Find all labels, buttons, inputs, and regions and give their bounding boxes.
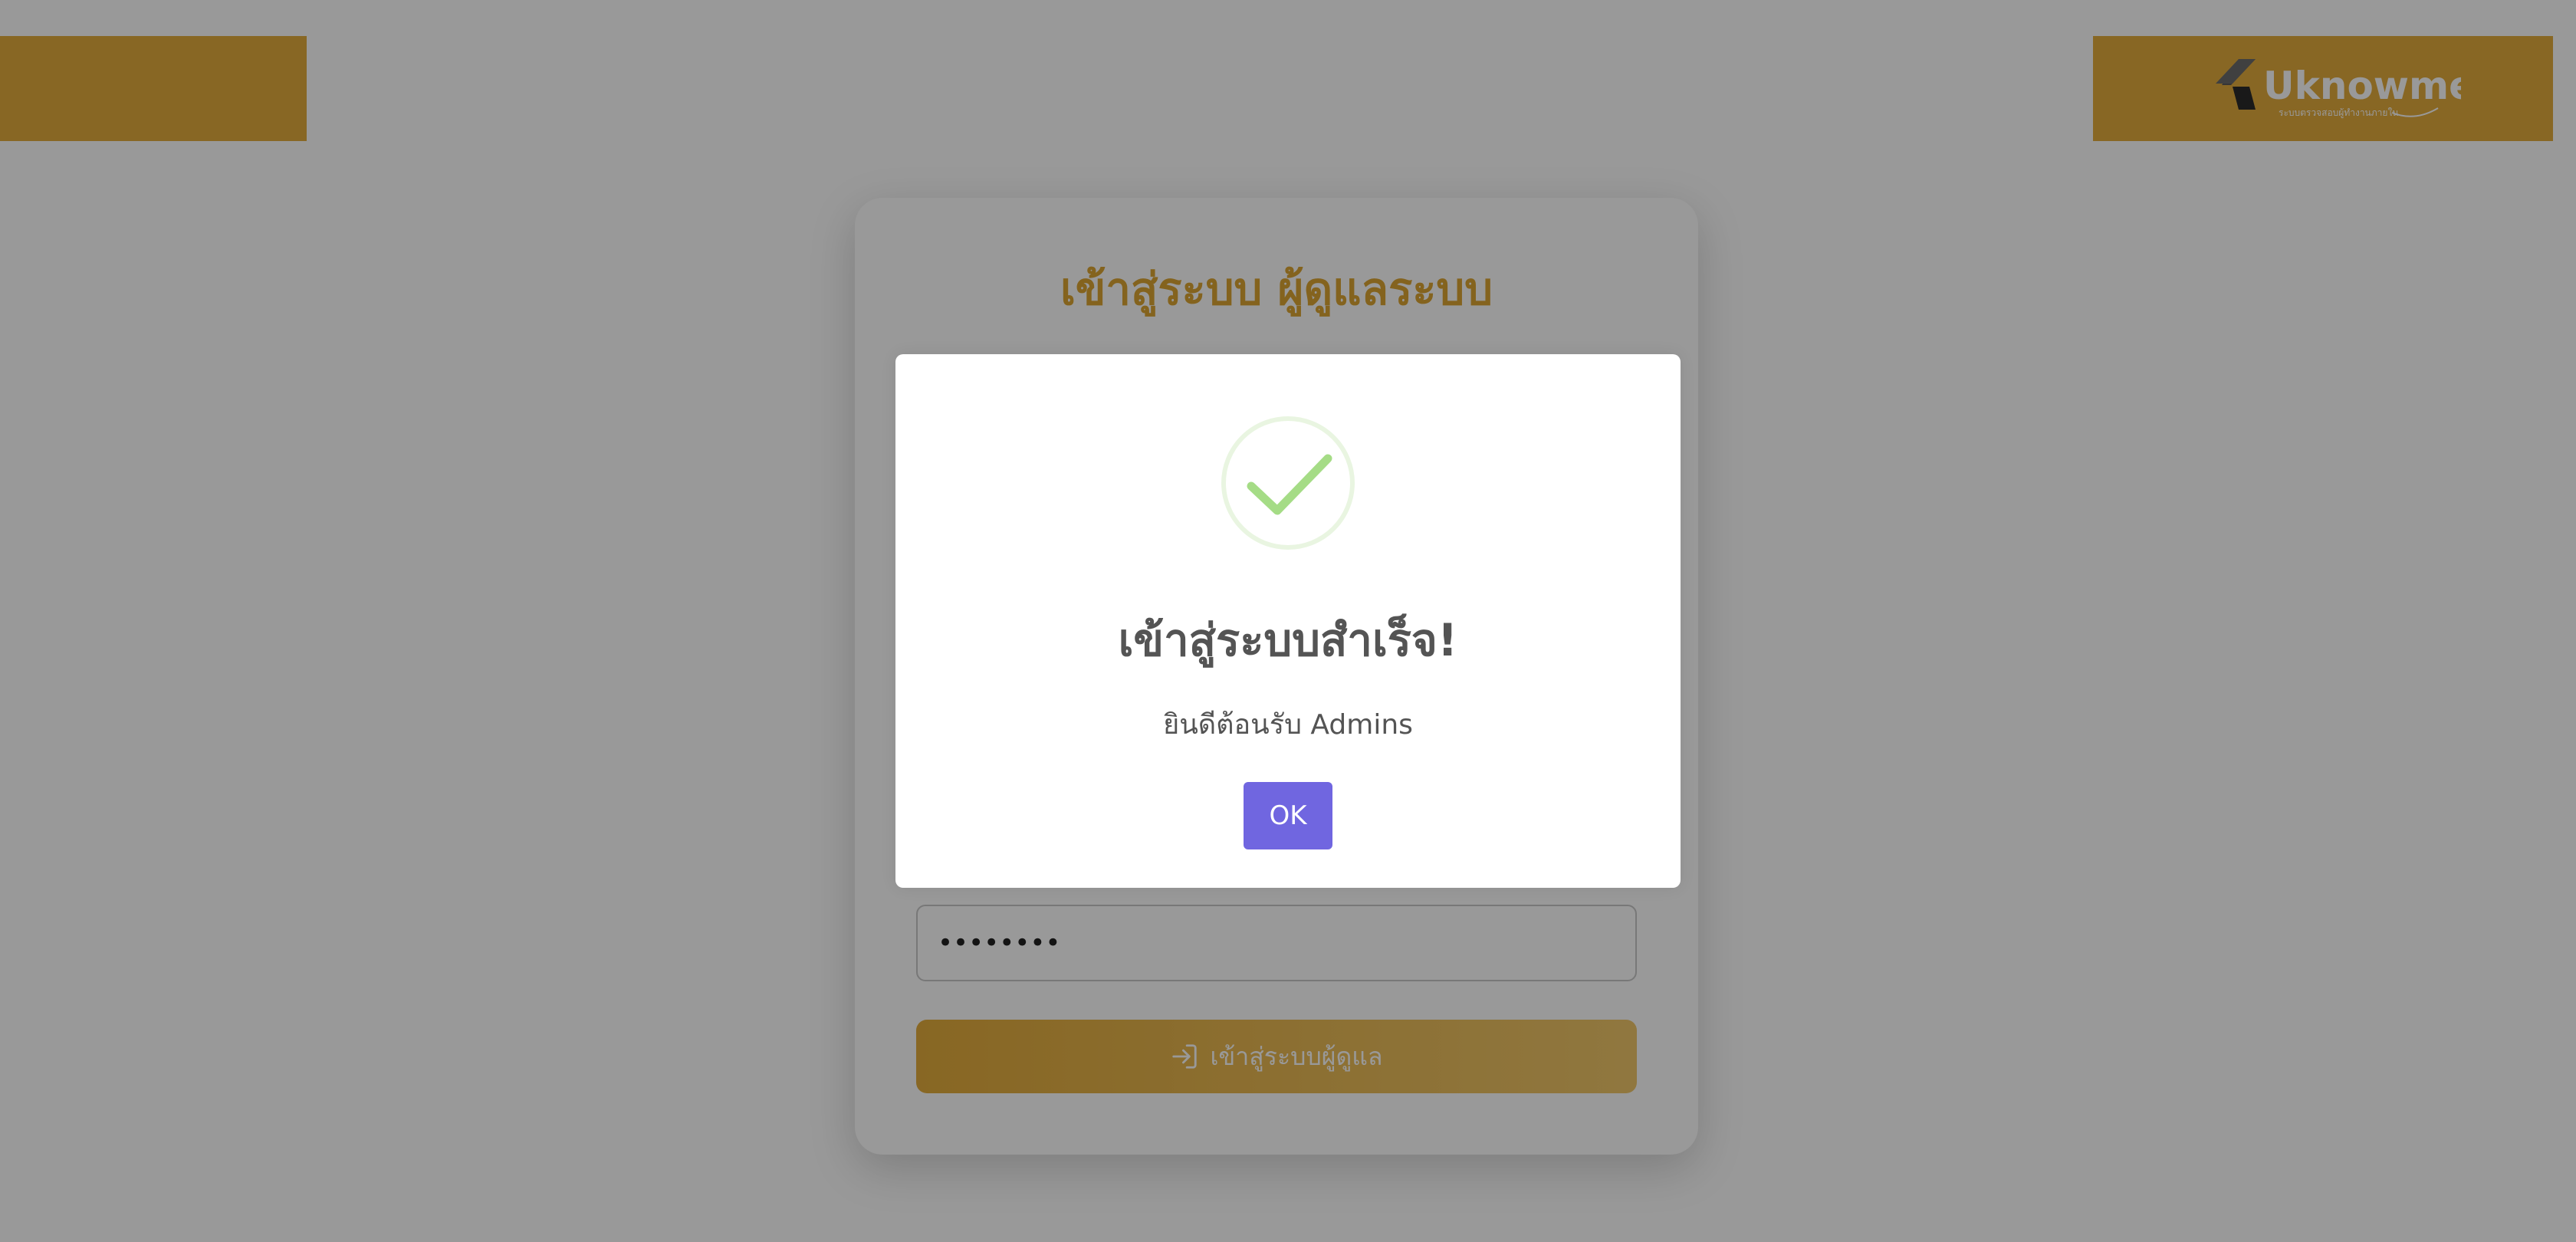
ok-button[interactable]: OK — [1244, 782, 1332, 849]
dialog-title: เข้าสู่ระบบสำเร็จ! — [1118, 614, 1458, 666]
dialog-message: ยินดีต้อนรับ Admins — [1163, 709, 1413, 741]
success-dialog: เข้าสู่ระบบสำเร็จ! ยินดีต้อนรับ Admins O… — [895, 354, 1681, 888]
check-circle-icon — [1221, 416, 1355, 550]
